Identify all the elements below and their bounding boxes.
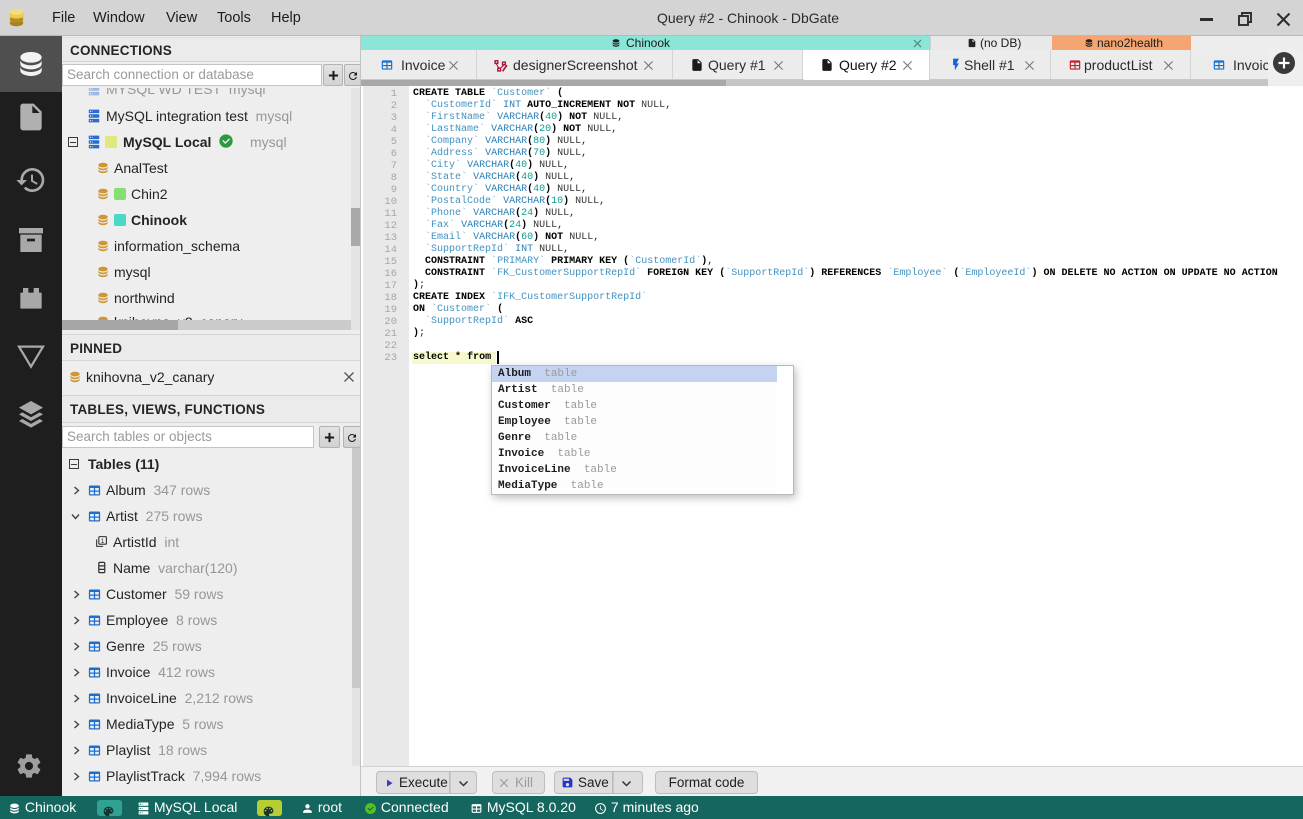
svg-text:1: 1 [101, 538, 105, 545]
